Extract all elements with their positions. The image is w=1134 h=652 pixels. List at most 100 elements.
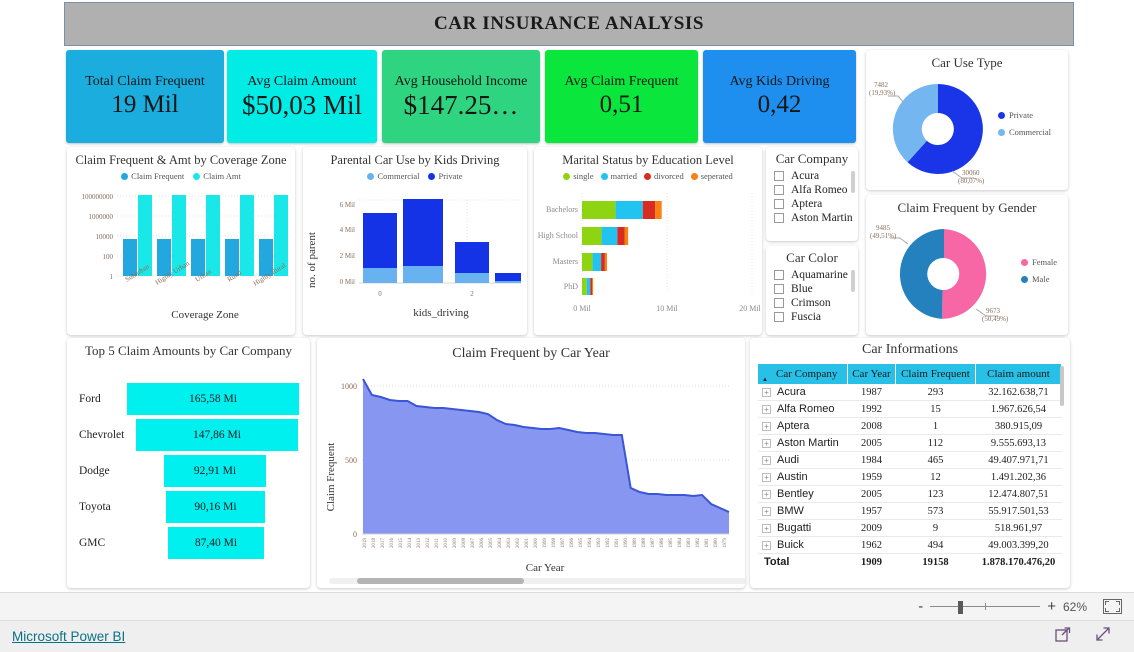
chart-top5-claim-amounts-by-car-company[interactable]: Top 5 Claim Amounts by Car Company Ford … bbox=[67, 338, 310, 588]
expand-icon[interactable]: + bbox=[762, 405, 771, 414]
bar-married[interactable] bbox=[615, 201, 643, 219]
bar-married[interactable] bbox=[592, 253, 602, 271]
slicer-car-company[interactable]: Car Company Acura Alfa Romeo Aptera Asto… bbox=[766, 147, 858, 241]
chart-claim-frequent-amt-by-coverage-zone[interactable]: Claim Frequent & Amt by Coverage Zone Cl… bbox=[67, 147, 295, 335]
table-row[interactable]: + Austin 1959 12 1.491.202,36 bbox=[758, 468, 1062, 486]
column-header-claim-frequent[interactable]: Claim Frequent bbox=[895, 364, 976, 384]
kpi-card-total-claim-frequent[interactable]: Total Claim Frequent 19 Mil bbox=[66, 50, 224, 143]
bar-married[interactable] bbox=[586, 278, 591, 295]
bar-commercial[interactable] bbox=[455, 273, 489, 283]
legend-item-commercial[interactable]: Commercial bbox=[998, 127, 1051, 137]
cell-company[interactable]: + Audi bbox=[758, 451, 848, 469]
table-row[interactable]: + Audi 1984 465 49.407.971,71 bbox=[758, 451, 1062, 469]
slicer-item-fuscia[interactable]: Fuscia bbox=[766, 310, 858, 324]
slicer-car-color[interactable]: Car Color Aquamarine Blue Crimson Fuscia bbox=[766, 246, 858, 335]
table-scrollbar[interactable] bbox=[1060, 366, 1064, 406]
table-wrapper[interactable]: Car Company Car Year Claim Frequent Clai… bbox=[758, 364, 1064, 570]
checkbox-icon[interactable] bbox=[774, 312, 784, 322]
expand-icon[interactable]: + bbox=[762, 422, 771, 431]
chart-claim-frequent-by-car-year[interactable]: Claim Frequent by Car Year Claim Frequen… bbox=[317, 338, 745, 588]
slicer-item-crimson[interactable]: Crimson bbox=[766, 296, 858, 310]
cell-company[interactable]: + Aptera bbox=[758, 417, 848, 435]
fullscreen-icon[interactable] bbox=[1094, 625, 1112, 648]
kpi-card-avg-claim-amount[interactable]: Avg Claim Amount $50,03 Mil bbox=[227, 50, 377, 143]
zoom-slider[interactable] bbox=[930, 600, 1041, 614]
funnel-row[interactable]: GMC 87,40 Mi bbox=[67, 525, 310, 561]
column-header-car-year[interactable]: Car Year bbox=[847, 364, 896, 384]
legend-item-claim-amt[interactable]: Claim Amt bbox=[193, 171, 241, 181]
fit-to-page-icon[interactable] bbox=[1103, 599, 1122, 614]
cell-company[interactable]: + Alfa Romeo bbox=[758, 400, 848, 418]
bar-divorced[interactable] bbox=[617, 227, 625, 245]
checkbox-icon[interactable] bbox=[774, 284, 784, 294]
legend-item-private[interactable]: Private bbox=[428, 171, 463, 181]
expand-icon[interactable]: + bbox=[762, 388, 771, 397]
expand-icon[interactable]: + bbox=[762, 456, 771, 465]
bar-seperated[interactable] bbox=[604, 253, 607, 271]
funnel-row[interactable]: Ford 165,58 Mi bbox=[67, 381, 310, 417]
scrollbar-thumb[interactable] bbox=[357, 578, 524, 584]
horizontal-scrollbar[interactable] bbox=[329, 578, 745, 584]
funnel-bar[interactable]: 92,91 Mi bbox=[164, 455, 266, 487]
cell-company[interactable]: + Aston Martin bbox=[758, 434, 848, 452]
legend-item-male[interactable]: Male bbox=[1021, 274, 1057, 284]
expand-icon[interactable]: + bbox=[762, 439, 771, 448]
chart-parental-car-use-by-kids-driving[interactable]: Parental Car Use by Kids Driving Commerc… bbox=[303, 147, 527, 335]
bar-single[interactable] bbox=[582, 253, 593, 271]
funnel-bar[interactable]: 165,58 Mi bbox=[127, 383, 299, 415]
legend-item-private[interactable]: Private bbox=[998, 110, 1051, 120]
checkbox-icon[interactable] bbox=[774, 298, 784, 308]
checkbox-icon[interactable] bbox=[774, 171, 784, 181]
bar-single[interactable] bbox=[582, 201, 616, 219]
legend-item-divorced[interactable]: divorced bbox=[643, 171, 684, 181]
bar-seperated[interactable] bbox=[624, 227, 629, 245]
chart-car-use-type[interactable]: Car Use Type 7482 (19,93%) 30060 (80,07%… bbox=[866, 50, 1068, 190]
expand-icon[interactable]: + bbox=[762, 541, 771, 550]
bar-seperated[interactable] bbox=[592, 278, 594, 295]
funnel-row[interactable]: Toyota 90,16 Mi bbox=[67, 489, 310, 525]
table-row[interactable]: + Acura 1987 293 32.162.638,71 bbox=[758, 384, 1062, 401]
table-row[interactable]: + Buick 1962 494 49.003.399,20 bbox=[758, 536, 1062, 554]
bar-single[interactable] bbox=[582, 227, 602, 245]
legend-item-female[interactable]: Female bbox=[1021, 257, 1057, 267]
funnel-bar[interactable]: 87,40 Mi bbox=[168, 527, 264, 559]
column-header-car-company[interactable]: Car Company bbox=[758, 364, 848, 384]
cell-company[interactable]: + Bentley bbox=[758, 485, 848, 503]
legend-item-seperated[interactable]: seperated bbox=[690, 171, 733, 181]
bar-private[interactable] bbox=[455, 242, 489, 273]
zoom-out-button[interactable]: - bbox=[918, 599, 923, 614]
legend-item-commercial[interactable]: Commercial bbox=[367, 171, 419, 181]
donut-slice-female[interactable] bbox=[942, 229, 987, 319]
slicer-item-alfa-romeo[interactable]: Alfa Romeo bbox=[766, 183, 858, 197]
cell-company[interactable]: + Bugatti bbox=[758, 519, 848, 537]
bar-divorced[interactable] bbox=[601, 253, 605, 271]
bar-private[interactable] bbox=[403, 199, 443, 266]
slicer-item-acura[interactable]: Acura bbox=[766, 169, 858, 183]
bar-married[interactable] bbox=[601, 227, 618, 245]
bar-single[interactable] bbox=[582, 278, 587, 295]
table-row[interactable]: + Aston Martin 2005 112 9.555.693,13 bbox=[758, 434, 1062, 452]
slicer-item-aston-martin[interactable]: Aston Martin bbox=[766, 211, 858, 225]
chart-claim-frequent-by-gender[interactable]: Claim Frequent by Gender 9485 (49,51%) 9… bbox=[866, 195, 1068, 335]
funnel-row[interactable]: Dodge 92,91 Mi bbox=[67, 453, 310, 489]
table-row[interactable]: + Bentley 2005 123 12.474.807,51 bbox=[758, 485, 1062, 503]
bar-commercial[interactable] bbox=[363, 268, 397, 283]
funnel-row[interactable]: Chevrolet 147,86 Mi bbox=[67, 417, 310, 453]
bar-private[interactable] bbox=[495, 273, 521, 281]
bar-divorced[interactable] bbox=[642, 201, 656, 219]
slider-thumb[interactable] bbox=[958, 600, 964, 614]
kpi-card-avg-household-income[interactable]: Avg Household Income $147.25… bbox=[382, 50, 540, 143]
cell-company[interactable]: + Acura bbox=[758, 384, 848, 401]
zoom-in-button[interactable]: + bbox=[1047, 599, 1056, 614]
expand-icon[interactable]: + bbox=[762, 524, 771, 533]
slicer-item-aquamarine[interactable]: Aquamarine bbox=[766, 268, 858, 282]
checkbox-icon[interactable] bbox=[774, 199, 784, 209]
cell-company[interactable]: + BMW bbox=[758, 502, 848, 520]
slicer-scrollbar[interactable] bbox=[851, 171, 855, 193]
slicer-item-blue[interactable]: Blue bbox=[766, 282, 858, 296]
checkbox-icon[interactable] bbox=[774, 270, 784, 280]
table-row[interactable]: + Aptera 2008 1 380.915,09 bbox=[758, 417, 1062, 435]
checkbox-icon[interactable] bbox=[774, 213, 784, 223]
table-row[interactable]: + Alfa Romeo 1992 15 1.967.626,54 bbox=[758, 400, 1062, 418]
slicer-list[interactable]: Aquamarine Blue Crimson Fuscia bbox=[766, 268, 858, 324]
